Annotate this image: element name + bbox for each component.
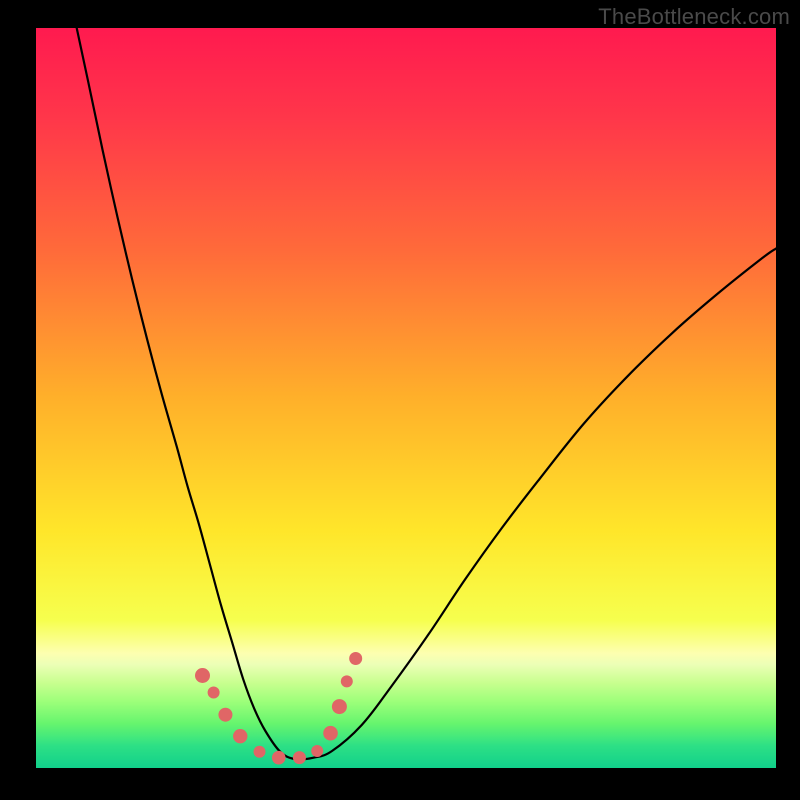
chart-marker [218,708,232,722]
chart-marker [332,699,347,714]
bottleneck-chart [36,28,776,768]
chart-marker [341,675,353,687]
chart-marker [253,746,265,758]
chart-marker [311,745,323,757]
chart-background [36,28,776,768]
chart-marker [323,726,338,741]
chart-marker [233,729,247,743]
watermark-label: TheBottleneck.com [598,4,790,30]
chart-marker [349,652,362,665]
chart-marker [208,687,220,699]
chart-marker [272,751,286,765]
chart-marker [293,751,306,764]
chart-marker [195,668,210,683]
chart-stage: TheBottleneck.com [0,0,800,800]
chart-svg [36,28,776,768]
